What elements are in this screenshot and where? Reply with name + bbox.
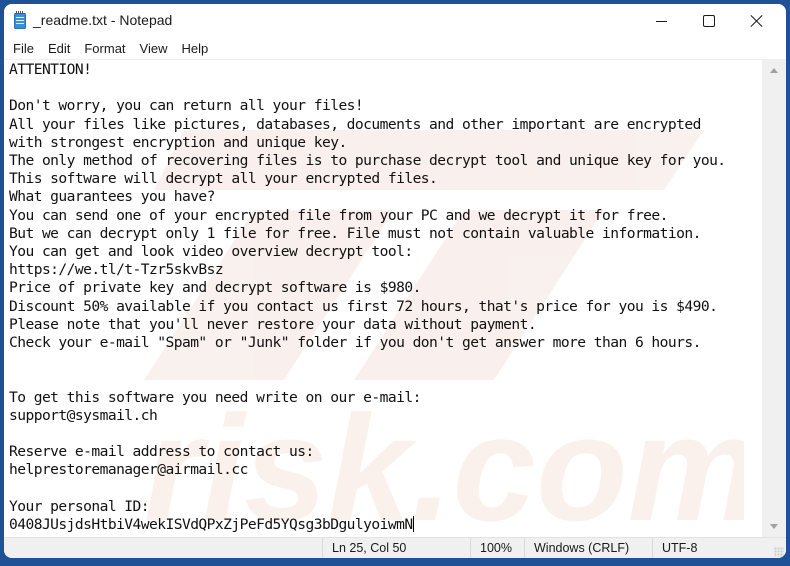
resize-grip-icon[interactable]: [774, 547, 784, 557]
window-title: _readme.txt - Notepad: [33, 12, 173, 28]
text-line: This software will decrypt all your encr…: [9, 170, 438, 188]
encoding: UTF-8: [652, 538, 786, 558]
text-line: 0408JUsjdsHtbiV4wekISVdQPxZjPeFd5YQsg3bD…: [9, 516, 413, 534]
minimize-button[interactable]: [638, 4, 684, 38]
text-line: Reserve e-mail address to contact us:: [9, 443, 314, 461]
text-line: Check your e-mail "Spam" or "Junk" folde…: [9, 334, 701, 352]
menu-file[interactable]: File: [7, 41, 40, 56]
zoom-level: 100%: [470, 538, 524, 558]
text-line: You can get and look video overview decr…: [9, 243, 413, 261]
cursor-position: Ln 25, Col 50: [322, 538, 470, 558]
text-line: What guarantees you have?: [9, 188, 215, 206]
vertical-scrollbar[interactable]: [762, 60, 786, 537]
menu-edit[interactable]: Edit: [42, 41, 76, 56]
minimize-icon: [655, 20, 667, 22]
close-icon: [751, 15, 763, 27]
text-line: You can send one of your encrypted file …: [9, 206, 668, 224]
text-line: Price of private key and decrypt softwar…: [9, 279, 421, 297]
maximize-icon: [703, 15, 715, 27]
menu-bar: File Edit Format View Help: [4, 38, 786, 60]
close-button[interactable]: [734, 4, 780, 38]
text-line: The only method of recovering files is t…: [9, 152, 726, 170]
text-line: All your files like pictures, databases,…: [9, 115, 701, 133]
notepad-icon: [14, 11, 26, 29]
text-line: Please note that you'll never restore yo…: [9, 315, 537, 333]
scroll-up-arrow-icon[interactable]: [770, 68, 778, 73]
maximize-button[interactable]: [686, 4, 732, 38]
line-ending: Windows (CRLF): [524, 538, 652, 558]
document-text[interactable]: ATTENTION! Don't worry, you can return a…: [4, 60, 762, 534]
text-line: ATTENTION!: [9, 61, 92, 78]
text-line: Discount 50% available if you contact us…: [9, 297, 718, 315]
text-line: support@sysmail.ch: [9, 406, 158, 424]
text-line: To get this software you need write on o…: [9, 388, 421, 406]
text-line: Don't worry, you can return all your fil…: [9, 97, 364, 115]
scroll-down-arrow-icon[interactable]: [770, 524, 778, 529]
text-line: https://we.tl/t-Tzr5skvBsz: [9, 261, 224, 279]
notepad-window: _readme.txt - Notepad File Edit Format V…: [4, 4, 786, 558]
text-editor[interactable]: risk.com ATTENTION! Don't worry, you can…: [4, 60, 762, 537]
menu-view[interactable]: View: [134, 41, 174, 56]
text-line: helprestoremanager@airmail.cc: [9, 461, 248, 479]
menu-help[interactable]: Help: [175, 41, 214, 56]
menu-format[interactable]: Format: [78, 41, 131, 56]
text-line: with strongest encryption and unique key…: [9, 133, 347, 151]
status-bar: Ln 25, Col 50 100% Windows (CRLF) UTF-8: [4, 537, 786, 558]
title-bar[interactable]: _readme.txt - Notepad: [4, 4, 786, 38]
text-line: But we can decrypt only 1 file for free.…: [9, 224, 701, 242]
text-line: Your personal ID:: [9, 497, 150, 515]
text-caret: [412, 516, 414, 533]
